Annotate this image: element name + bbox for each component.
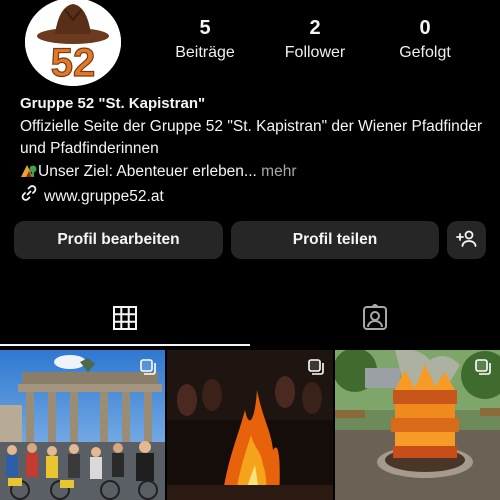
stat-following-count: 0 bbox=[419, 17, 431, 39]
grid-icon bbox=[112, 305, 138, 336]
stat-posts-count: 5 bbox=[199, 17, 211, 39]
multiple-photos-icon bbox=[140, 359, 156, 375]
tagged-person-icon bbox=[361, 302, 389, 337]
tab-tagged[interactable] bbox=[250, 296, 500, 344]
profile-tabs bbox=[0, 296, 500, 346]
multiple-photos-icon bbox=[308, 359, 324, 375]
tent-icon bbox=[20, 162, 38, 185]
scout-logo-image: 52 bbox=[25, 0, 121, 86]
post-thumbnail[interactable] bbox=[335, 350, 500, 500]
bio-more-link[interactable]: mehr bbox=[257, 163, 296, 180]
profile-stats: 5 Beiträge 2 Follower 0 Gefolgt bbox=[150, 16, 480, 66]
stat-following[interactable]: 0 Gefolgt bbox=[370, 16, 480, 66]
website-url: www.gruppe52.at bbox=[44, 187, 164, 205]
stat-following-label: Gefolgt bbox=[399, 44, 451, 61]
profile-goal-line: Unser Ziel: Abenteuer erleben... mehr bbox=[20, 161, 296, 185]
edit-profile-button[interactable]: Profil bearbeiten bbox=[14, 221, 223, 259]
profile-name: Gruppe 52 "St. Kapistran" bbox=[20, 95, 206, 112]
tab-posts-grid[interactable] bbox=[0, 296, 250, 346]
multiple-photos-icon bbox=[475, 359, 491, 375]
profile-goal: Unser Ziel: Abenteuer erleben... bbox=[38, 163, 257, 180]
post-thumbnail[interactable] bbox=[0, 350, 165, 500]
discover-people-button[interactable] bbox=[447, 221, 486, 259]
profile-bio: Offizielle Seite der Gruppe 52 "St. Kapi… bbox=[20, 118, 483, 157]
posts-grid bbox=[0, 350, 500, 500]
post-thumbnail[interactable] bbox=[167, 350, 333, 500]
stat-posts[interactable]: 5 Beiträge bbox=[150, 16, 260, 66]
svg-text:52: 52 bbox=[51, 41, 96, 85]
stat-followers[interactable]: 2 Follower bbox=[260, 16, 370, 66]
stat-followers-count: 2 bbox=[309, 17, 321, 39]
profile-avatar[interactable]: 52 bbox=[25, 0, 121, 86]
stat-posts-label: Beiträge bbox=[175, 44, 235, 61]
stat-followers-label: Follower bbox=[284, 44, 346, 61]
link-icon bbox=[20, 184, 38, 209]
add-person-icon bbox=[455, 229, 478, 252]
website-link[interactable]: www.gruppe52.at bbox=[20, 184, 164, 209]
share-profile-button[interactable]: Profil teilen bbox=[231, 221, 439, 259]
